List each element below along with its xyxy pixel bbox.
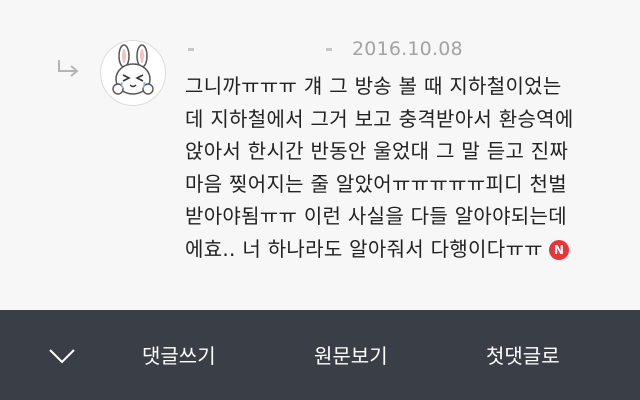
comment-line: 마음 찢어지는 줄 알았어ㅠㅠㅠㅠㅠ피디 천벌: [185, 171, 567, 196]
comment-line: 그니까ㅠㅠㅠ 걔 그 방송 볼 때 지하철이었는: [185, 74, 562, 98]
comment-item: 2016.10.08 그니까ㅠㅠㅠ 걔 그 방송 볼 때 지하철이었는 데 지하…: [0, 0, 640, 310]
first-comment-button[interactable]: 첫댓글로: [486, 340, 560, 372]
bottom-action-bar: 댓글쓰기 원문보기 첫댓글로: [0, 310, 640, 400]
comment-line: 받아야됨ㅠㅠ 이런 사실을 다들 알아야되는데: [185, 204, 567, 228]
comment-line: 데 지하철에서 그거 보고 충격받아서 환승역에: [185, 106, 574, 131]
comment-body: 그니까ㅠㅠㅠ 걔 그 방송 볼 때 지하철이었는 데 지하철에서 그거 보고 충…: [185, 70, 625, 265]
comment-line: 앉아서 한시간 반동안 울었대 그 말 듣고 진짜: [185, 139, 569, 163]
write-comment-button[interactable]: 댓글쓰기: [142, 340, 216, 372]
new-badge: N: [548, 239, 569, 260]
comment-date: 2016.10.08: [352, 38, 463, 60]
bunny-avatar-icon: [112, 44, 154, 95]
view-original-button[interactable]: 원문보기: [314, 340, 388, 372]
author-name: [188, 48, 338, 52]
comment-line-text: 에효.. 너 하나라도 알아줘서 다행이다ㅠㅠ: [185, 236, 543, 261]
avatar[interactable]: [100, 40, 166, 106]
reply-arrow-icon: [58, 60, 79, 77]
comment-line-last: 에효.. 너 하나라도 알아줘서 다행이다ㅠㅠ N: [185, 233, 625, 266]
chevron-down-icon[interactable]: [46, 342, 78, 368]
